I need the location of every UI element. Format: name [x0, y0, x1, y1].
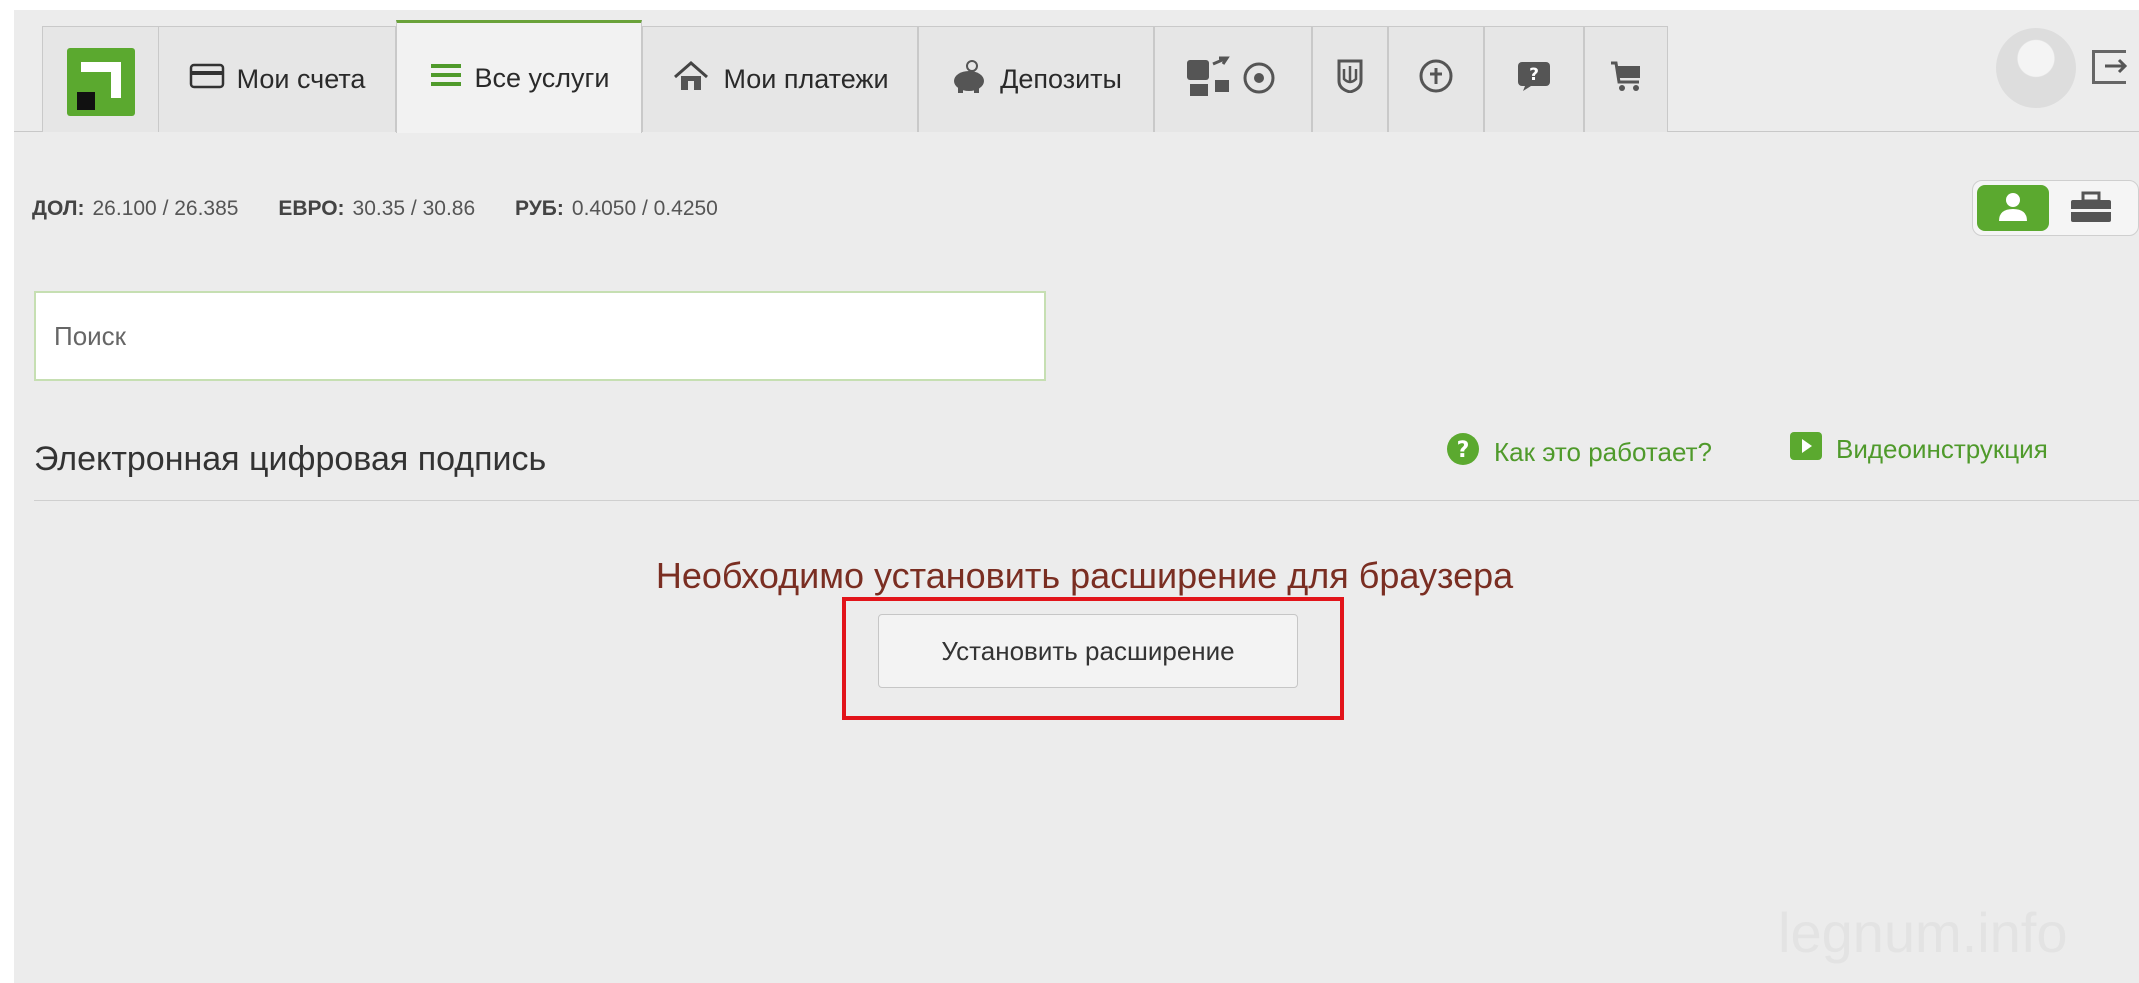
highlight-frame	[842, 597, 1344, 720]
svg-text:?: ?	[1529, 65, 1539, 85]
rate-eur-value: 30.35 / 30.86	[352, 197, 476, 220]
section-title: Электронная цифровая подпись	[34, 440, 547, 478]
piggy-bank-icon	[950, 59, 988, 100]
toggle-business[interactable]	[2069, 191, 2113, 230]
tab-help[interactable]: ?	[1484, 26, 1584, 132]
card-icon	[189, 62, 225, 97]
house-icon	[671, 59, 711, 100]
tab-deposits[interactable]: Депозиты	[918, 26, 1154, 132]
tab-services[interactable]: Все услуги	[396, 20, 642, 133]
rate-usd-value: 26.100 / 26.385	[92, 197, 239, 220]
tab-state-services[interactable]	[1312, 26, 1388, 132]
refresh-icon	[1418, 58, 1454, 101]
coat-of-arms-icon	[1337, 59, 1363, 100]
account-type-toggle[interactable]	[1972, 180, 2139, 236]
tab-services-label: Все услуги	[474, 62, 610, 93]
rate-rub-value: 0.4050 / 0.4250	[571, 197, 718, 220]
briefcase-icon	[2071, 191, 2111, 222]
tab-accounts-label: Мои счета	[236, 64, 366, 94]
video-instruction-label: Видеоинструкция	[1836, 434, 2048, 464]
how-it-works-link[interactable]: ? Как это работает?	[1446, 432, 1712, 473]
extension-required-message: Необходимо установить расширение для бра…	[655, 555, 1514, 596]
how-it-works-label: Как это работает?	[1494, 437, 1712, 467]
tab-shop[interactable]	[1584, 26, 1668, 132]
top-navigation: Мои счета Все услуги Мои платежи Депозит…	[14, 10, 2139, 133]
transport-ball-icon	[1183, 54, 1283, 105]
question-circle-icon: ?	[1446, 432, 1480, 473]
logout-icon[interactable]	[2092, 50, 2128, 84]
svg-text:?: ?	[1457, 438, 1470, 463]
section-divider	[34, 500, 2139, 501]
page-background	[14, 10, 2139, 983]
rate-rub-label: РУБ:	[515, 197, 564, 220]
tab-exchange[interactable]	[1388, 26, 1484, 132]
tab-deposits-label: Депозиты	[1000, 64, 1122, 94]
toggle-personal[interactable]	[1977, 185, 2049, 231]
video-instruction-link[interactable]: Видеоинструкция	[1790, 432, 2048, 467]
tab-accounts[interactable]: Мои счета	[158, 26, 396, 132]
rate-eur-label: ЕВРО:	[278, 197, 345, 220]
exchange-rates: ДОЛ: 26.100 / 26.385 ЕВРО: 30.35 / 30.86 Р…	[32, 197, 718, 221]
help-icon: ?	[1517, 61, 1551, 98]
user-avatar[interactable]	[1996, 28, 2076, 108]
rate-usd-label: ДОЛ:	[32, 197, 85, 220]
search-input[interactable]	[34, 291, 1046, 381]
bank-logo-icon	[67, 48, 135, 116]
list-icon	[429, 61, 463, 96]
tab-home[interactable]	[42, 26, 168, 132]
watermark: legnum.info	[1778, 901, 2068, 964]
tab-payments[interactable]: Мои платежи	[642, 26, 918, 132]
cart-icon	[1609, 60, 1643, 99]
person-icon	[1999, 193, 2027, 221]
play-icon	[1790, 432, 1822, 467]
tab-transport[interactable]	[1154, 26, 1312, 132]
tab-payments-label: Мои платежи	[723, 64, 889, 94]
